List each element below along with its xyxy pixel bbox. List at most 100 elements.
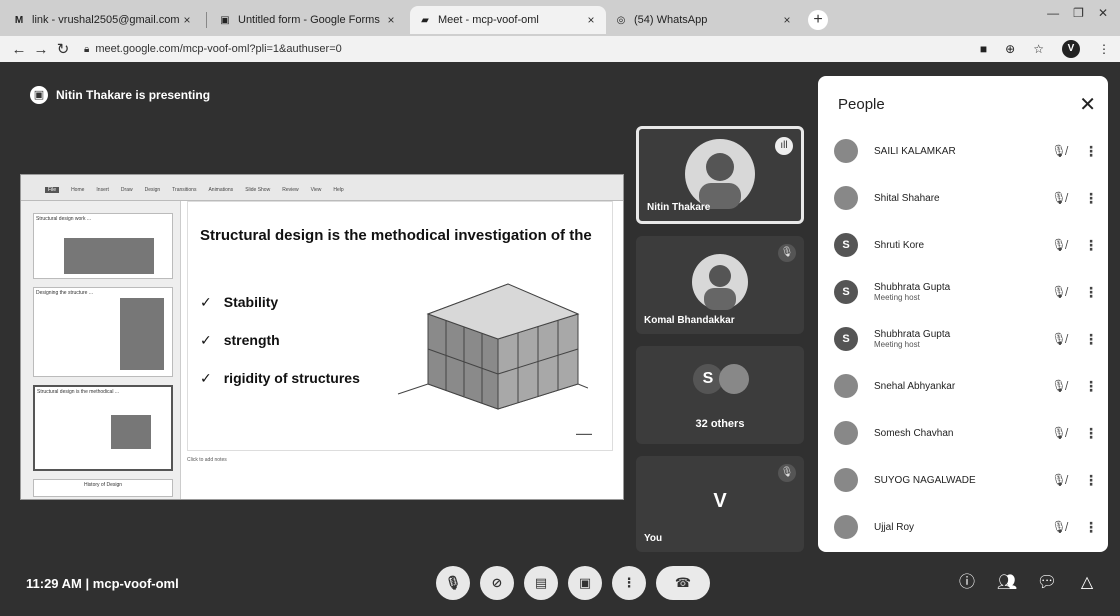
participant-row[interactable]: S Shubhrata Gupta Meeting host 🎙︎̸ ⋮ — [834, 272, 1098, 312]
people-title: People — [838, 96, 885, 113]
participant-name: Nitin Thakare — [647, 202, 711, 213]
back-icon[interactable]: ← — [8, 41, 30, 58]
slide-thumbnail[interactable]: Structural design work ... — [33, 213, 173, 279]
forward-icon[interactable]: → — [30, 41, 52, 58]
participant-row[interactable]: S Shubhrata Gupta Meeting host 🎙︎̸ ⋮ — [834, 319, 1098, 359]
meet-icon: ▰ — [421, 14, 429, 26]
speaking-indicator-icon: ıll — [775, 137, 793, 155]
mic-off-icon: 🎙︎̸ — [1051, 238, 1067, 252]
participant-name: Somesh Chavhan — [874, 427, 954, 439]
maximize-icon[interactable]: ❐ — [1073, 6, 1084, 20]
profile-avatar[interactable]: V — [1062, 40, 1080, 58]
meeting-info: 11:29 AM | mcp-voof-oml — [26, 576, 179, 591]
meet-stage: ▣ Nitin Thakare is presenting File Home In… — [0, 62, 1120, 616]
more-options-icon[interactable]: ⋮ — [1084, 190, 1098, 207]
checkmark-icon: ✓ — [200, 332, 212, 348]
more-options-icon[interactable]: ⋮ — [1084, 472, 1098, 489]
close-tab-icon[interactable]: × — [384, 13, 398, 27]
participant-photo — [685, 139, 755, 209]
activities-icon[interactable]: △ — [1074, 570, 1100, 596]
participant-row[interactable]: SAILI KALAMKAR 🎙︎̸ ⋮ — [834, 131, 1098, 171]
building-structure-image — [397, 283, 588, 410]
slide-bullet: ✓ rigidity of structures — [200, 370, 360, 386]
close-icon[interactable]: ✕ — [1079, 92, 1096, 117]
present-now-button[interactable]: ▣ — [568, 566, 602, 600]
close-window-icon[interactable]: ✕ — [1098, 6, 1108, 20]
mic-toggle-button[interactable]: 🎙︎ — [436, 566, 470, 600]
meeting-control-bar: 11:29 AM | mcp-voof-oml 🎙︎ ⊘ ▤ ▣ ⋮ ☎ ⓘ 👥… — [0, 558, 1120, 616]
more-options-icon[interactable]: ⋮ — [1084, 331, 1098, 348]
captions-button[interactable]: ▤ — [524, 566, 558, 600]
chat-icon[interactable]: 💬︎ — [1034, 570, 1060, 596]
participant-photo — [834, 468, 858, 492]
participant-name: Shubhrata Gupta Meeting host — [874, 329, 1048, 349]
participant-row[interactable]: Ujjal Roy 🎙︎̸ ⋮ — [834, 507, 1098, 547]
speaker-notes[interactable]: Click to add notes — [187, 457, 227, 463]
more-options-icon[interactable]: ⋮ — [1084, 284, 1098, 301]
participant-row[interactable]: Shital Shahare 🎙︎̸ ⋮ — [834, 178, 1098, 218]
browser-menu-icon[interactable]: ⋮ — [1098, 42, 1110, 56]
participant-tile[interactable]: 🎙︎ Komal Bhandakkar — [636, 236, 804, 334]
gmail-icon: M — [14, 14, 24, 26]
more-options-button[interactable]: ⋮ — [612, 566, 646, 600]
participant-name: Shital Shahare — [874, 192, 940, 204]
meeting-details-icon[interactable]: ⓘ — [954, 570, 980, 596]
participant-row[interactable]: Somesh Chavhan 🎙︎̸ ⋮ — [834, 413, 1098, 453]
person-photo-icon — [699, 153, 741, 209]
participant-name: Ujjal Roy — [874, 521, 915, 533]
checkmark-icon: ✓ — [200, 370, 212, 386]
self-tile[interactable]: V 🎙︎ You — [636, 456, 804, 552]
mic-off-icon: 🎙︎̸ — [1051, 332, 1067, 346]
camera-icon[interactable]: ■ — [980, 42, 987, 56]
close-tab-icon[interactable]: × — [584, 13, 598, 27]
close-tab-icon[interactable]: × — [180, 13, 194, 27]
participant-row[interactable]: S Shruti Kore 🎙︎̸ ⋮ — [834, 225, 1098, 265]
leave-call-button[interactable]: ☎ — [656, 566, 710, 600]
reload-icon[interactable]: ↻ — [52, 40, 74, 58]
checkmark-icon: ✓ — [200, 294, 212, 310]
people-panel: People ✕ SAILI KALAMKAR 🎙︎̸ ⋮ Shital Sha… — [818, 76, 1108, 552]
more-options-icon[interactable]: ⋮ — [1084, 519, 1098, 536]
participant-tile[interactable]: ıll Nitin Thakare — [636, 126, 804, 224]
more-options-icon[interactable]: ⋮ — [1084, 143, 1098, 160]
participant-name: Shubhrata Gupta Meeting host — [874, 282, 1048, 302]
present-icon: ▣ — [30, 86, 48, 104]
mic-off-icon: 🎙︎̸ — [1051, 520, 1067, 534]
more-options-icon[interactable]: ⋮ — [1084, 378, 1098, 395]
presentation-toolbar: File Home Insert Draw Design Transitions Anima… — [21, 175, 623, 201]
others-tile[interactable]: S 32 others — [636, 346, 804, 444]
minimize-icon[interactable]: — — [1047, 6, 1059, 20]
more-options-icon[interactable]: ⋮ — [1084, 237, 1098, 254]
participant-photo — [692, 254, 748, 310]
lock-icon: 🔒︎ — [84, 43, 90, 55]
participant-avatar: S — [834, 233, 858, 257]
participant-row[interactable]: Snehal Abhyankar 🎙︎̸ ⋮ — [834, 366, 1098, 406]
participant-row[interactable]: SUYOG NAGALWADE 🎙︎̸ ⋮ — [834, 460, 1098, 500]
shared-screen[interactable]: File Home Insert Draw Design Transitions Anima… — [20, 174, 624, 500]
tab-meet[interactable]: ▰ Meet - mcp-voof-oml × — [410, 6, 606, 34]
url-text: meet.google.com/mcp-voof-oml?pli=1&authu… — [95, 43, 342, 55]
participant-photo — [834, 186, 858, 210]
participant-photo — [834, 515, 858, 539]
tab-gmail[interactable]: M link - vrushal2505@gmail.com - × — [4, 6, 202, 34]
star-icon[interactable]: ☆ — [1033, 42, 1044, 56]
more-options-icon[interactable]: ⋮ — [1084, 425, 1098, 442]
people-icon[interactable]: 👥︎ — [994, 570, 1020, 596]
address-bar: ← → ↻ 🔒︎ meet.google.com/mcp-voof-oml?pl… — [0, 36, 1120, 62]
new-tab-button[interactable]: + — [808, 10, 828, 30]
slide-bullet: ✓ Stability — [200, 294, 279, 310]
host-label: Meeting host — [874, 293, 920, 302]
slide-thumbnails: Structural design work ... Designing the… — [21, 201, 181, 499]
participant-name: SUYOG NAGALWADE — [874, 474, 976, 486]
url-field[interactable]: 🔒︎ meet.google.com/mcp-voof-oml?pli=1&au… — [84, 43, 342, 55]
camera-toggle-button[interactable]: ⊘ — [480, 566, 514, 600]
tab-title: Meet - mcp-voof-oml — [438, 14, 539, 26]
tab-google-forms[interactable]: ▣ Untitled form - Google Forms × — [210, 6, 406, 34]
slide-thumbnail[interactable]: History of Design — [33, 479, 173, 497]
zoom-icon[interactable]: ⊕ — [1005, 42, 1015, 56]
slide-thumbnail-selected[interactable]: Structural design is the methodical ... — [33, 385, 173, 471]
tab-whatsapp[interactable]: ◎ (54) WhatsApp × — [606, 6, 802, 34]
presenting-banner: ▣ Nitin Thakare is presenting — [30, 86, 210, 104]
close-tab-icon[interactable]: × — [780, 13, 794, 27]
slide-thumbnail[interactable]: Designing the structure ... — [33, 287, 173, 377]
